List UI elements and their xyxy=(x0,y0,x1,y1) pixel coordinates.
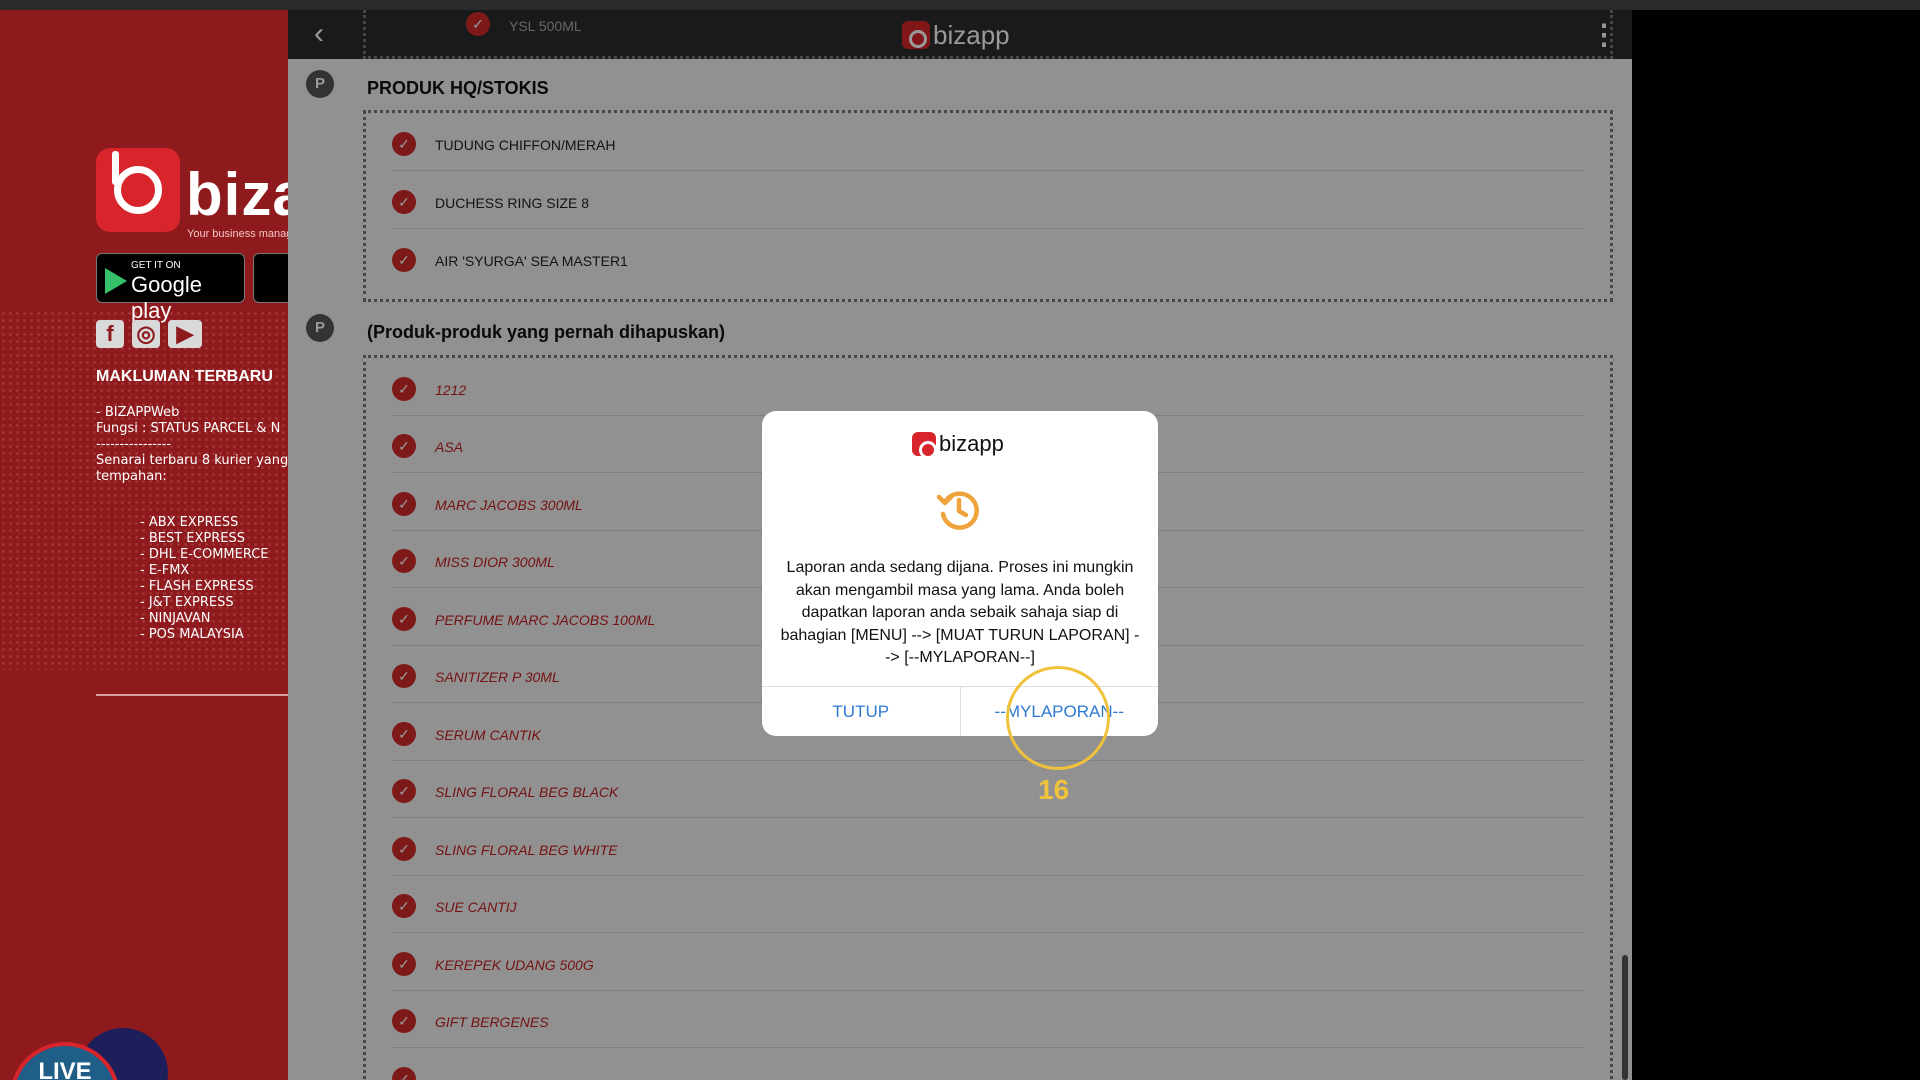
click-step-number: 16 xyxy=(1038,774,1070,805)
google-play-small-text: GET IT ON xyxy=(131,260,181,271)
dialog-message: Laporan anda sedang dijana. Proses ini m… xyxy=(780,559,1140,666)
courier-item: - FLASH EXPRESS xyxy=(140,579,254,594)
close-button[interactable]: TUTUP xyxy=(762,687,961,736)
screen: bizapp Your business management GET IT O… xyxy=(0,0,1920,1080)
app-store-badge[interactable] xyxy=(253,253,288,303)
play-store-icon xyxy=(105,268,127,294)
courier-item: - J&T EXPRESS xyxy=(140,595,234,610)
courier-item: - E-FMX xyxy=(140,563,190,578)
facebook-icon[interactable]: f xyxy=(96,320,124,348)
youtube-icon[interactable]: ▶ xyxy=(168,320,202,348)
bizapp-logo-icon xyxy=(912,432,937,459)
browser-top-strip xyxy=(0,0,1920,10)
courier-item: - POS MALAYSIA xyxy=(140,627,244,642)
brand-name: bizapp xyxy=(186,161,288,228)
history-icon xyxy=(936,491,979,530)
dialog-logo-text: bizapp xyxy=(939,431,1004,456)
brand-tagline: Your business management xyxy=(187,228,288,240)
courier-item: - ABX EXPRESS xyxy=(140,515,239,530)
google-play-badge[interactable]: GET IT ON Google play xyxy=(96,253,245,323)
announcement-text: - BIZAPPWeb Fungsi : STATUS PARCEL & N -… xyxy=(96,405,288,484)
instagram-icon[interactable]: ◎ xyxy=(132,320,160,348)
click-indicator-ring xyxy=(1006,666,1110,770)
promo-sidebar: bizapp Your business management GET IT O… xyxy=(0,10,288,1080)
courier-item: - DHL E-COMMERCE xyxy=(140,547,269,562)
google-play-big-text: Google play xyxy=(131,272,202,323)
courier-item: - NINJAVAN xyxy=(140,611,211,626)
dialog-logo: bizapp xyxy=(912,431,1004,459)
sidebar-divider xyxy=(96,694,288,696)
courier-list: - ABX EXPRESS - BEST EXPRESS - DHL E-COM… xyxy=(140,515,269,643)
bizapp-logo-icon xyxy=(96,148,180,232)
announcement-title: MAKLUMAN TERBARU xyxy=(96,368,273,385)
courier-item: - BEST EXPRESS xyxy=(140,531,245,546)
